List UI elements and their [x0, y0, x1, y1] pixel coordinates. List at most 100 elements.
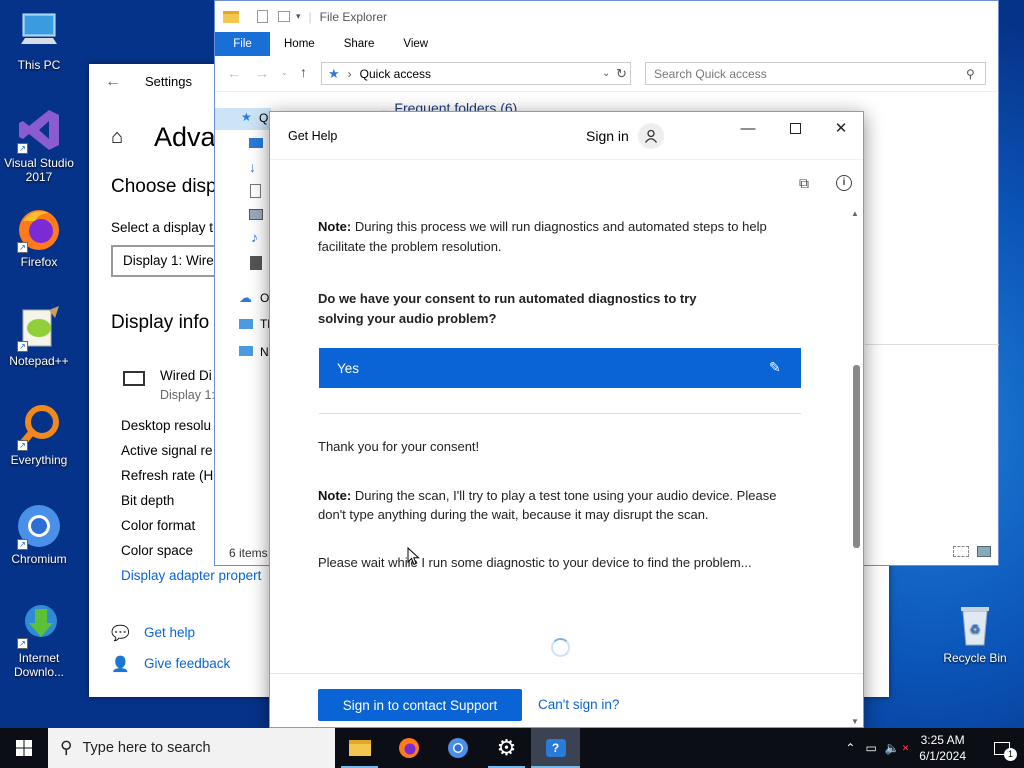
- get-help-icon: ?: [545, 739, 566, 757]
- feedback-icon: 👤: [111, 656, 130, 673]
- back-arrow-icon[interactable]: ←: [227, 65, 241, 81]
- system-tray: ⌃ ▭ 🔈 ✕ 3:25 AM 6/1/2024 1: [845, 728, 1024, 768]
- music-icon[interactable]: ♪: [251, 229, 258, 245]
- cant-sign-in-link[interactable]: Can't sign in?: [538, 697, 619, 712]
- downloads-icon[interactable]: ↓: [249, 159, 256, 175]
- volume-muted-icon[interactable]: 🔈: [885, 741, 900, 755]
- details-view-icon[interactable]: [953, 546, 969, 557]
- taskbar-search-box[interactable]: ⚲ Type here to search: [48, 728, 335, 768]
- explorer-search-input[interactable]: Search Quick access ⚲: [645, 62, 986, 85]
- desktop-folder-icon[interactable]: [249, 138, 263, 148]
- desktop-icon-everything[interactable]: ↗ Everything: [0, 403, 78, 467]
- firefox-icon: ↗: [15, 205, 63, 253]
- documents-icon[interactable]: [250, 184, 261, 198]
- give-feedback-link[interactable]: Give feedback: [144, 656, 230, 671]
- gear-icon: ⚙: [496, 735, 517, 760]
- forward-arrow-icon[interactable]: →: [255, 65, 269, 81]
- notification-badge: 1: [1004, 748, 1017, 761]
- info-row: Color format: [121, 518, 196, 533]
- back-arrow-icon[interactable]: ←: [105, 73, 121, 91]
- chevron-up-icon[interactable]: ⌃: [845, 741, 855, 755]
- nav-label[interactable]: N: [260, 345, 269, 359]
- everything-icon: ↗: [15, 403, 63, 451]
- note-label: Note:: [318, 487, 352, 503]
- windows-logo-icon: [16, 740, 32, 756]
- chromium-icon: ↗: [15, 502, 63, 550]
- nav-pane: Q ★ ↓ ♪ ☁ O Th N: [215, 104, 274, 544]
- sign-in-link[interactable]: Sign in: [586, 128, 629, 144]
- pictures-icon[interactable]: [249, 209, 263, 220]
- get-help-footer: Sign in to contact Support Can't sign in…: [270, 673, 863, 727]
- nav-label[interactable]: O: [260, 291, 269, 305]
- address-dropdown-icon[interactable]: ⌄: [602, 68, 610, 79]
- sign-in-contact-support-button[interactable]: Sign in to contact Support: [318, 689, 522, 721]
- recent-dropdown-icon[interactable]: ⌄: [281, 68, 288, 77]
- qat-newfolder-icon[interactable]: [278, 11, 290, 22]
- scrollbar[interactable]: ▲ ▼: [850, 209, 862, 727]
- display-select-value: Display 1: Wire: [123, 253, 214, 268]
- display-select[interactable]: Display 1: Wire: [111, 245, 231, 277]
- desktop-icon-this-pc[interactable]: This PC: [0, 8, 78, 72]
- explorer-titlebar: ▾ | File Explorer — ✕: [215, 1, 998, 32]
- videos-icon[interactable]: [250, 256, 262, 270]
- display-adapter-link[interactable]: Display adapter propert: [121, 568, 261, 583]
- desktop-icon-visual-studio[interactable]: ↗ Visual Studio 2017: [0, 106, 78, 184]
- thanks-message: Thank you for your consent!: [318, 439, 480, 454]
- taskbar-settings[interactable]: ⚙: [482, 728, 531, 768]
- refresh-icon[interactable]: ↻: [616, 66, 627, 82]
- avatar-icon[interactable]: [638, 123, 664, 149]
- close-button[interactable]: ✕: [818, 112, 863, 144]
- taskbar-chromium[interactable]: [433, 728, 482, 768]
- scroll-up-icon[interactable]: ▲: [851, 209, 859, 218]
- consent-question: Do we have your consent to run automated…: [318, 291, 697, 326]
- explorer-title: File Explorer: [319, 9, 388, 24]
- select-display-label: Select a display t: [111, 220, 214, 235]
- info-row: Active signal re: [121, 443, 213, 458]
- this-pc-icon: [15, 8, 63, 56]
- this-pc-nav-icon[interactable]: [239, 319, 253, 329]
- search-placeholder: Search Quick access: [654, 66, 767, 81]
- qat-properties-icon[interactable]: [257, 10, 268, 23]
- explorer-address-row: ← → ⌄ ↑ ★ › Quick access ⌄ ↻ Search Quic…: [215, 56, 998, 92]
- desktop-icon-recycle-bin[interactable]: ♻ Recycle Bin: [936, 601, 1014, 665]
- desktop-icon-notepadpp[interactable]: ↗ Notepad++: [0, 304, 78, 368]
- taskbar-firefox[interactable]: [384, 728, 433, 768]
- network-icon[interactable]: [239, 346, 253, 356]
- start-button[interactable]: [0, 728, 48, 768]
- clock[interactable]: 3:25 AM 6/1/2024: [919, 732, 966, 764]
- clock-time: 3:25 AM: [920, 733, 965, 747]
- desktop-icon-label: This PC: [17, 58, 61, 72]
- note-text: During this process we will run diagnost…: [318, 219, 767, 254]
- info-icon[interactable]: i: [836, 175, 852, 191]
- tab-view[interactable]: View: [403, 38, 428, 50]
- minimize-button[interactable]: —: [725, 112, 771, 144]
- qat-dropdown-icon[interactable]: ▾: [296, 11, 301, 22]
- explorer-ribbon: File Home Share View ⌄ ?: [215, 32, 998, 56]
- notification-center-icon[interactable]: 1: [980, 728, 1024, 768]
- tab-share[interactable]: Share: [344, 38, 375, 50]
- taskbar-file-explorer[interactable]: [335, 728, 384, 768]
- desktop-icon-firefox[interactable]: ↗ Firefox: [0, 205, 78, 269]
- note-message: Note: During the scan, I'll try to play …: [318, 486, 802, 525]
- yes-answer[interactable]: Yes ✎: [319, 348, 801, 388]
- network-icon[interactable]: ▭: [865, 741, 876, 755]
- notepadpp-icon: ↗: [15, 304, 63, 352]
- edit-pencil-icon[interactable]: ✎: [769, 359, 781, 376]
- taskbar-get-help[interactable]: ?: [531, 728, 580, 768]
- desktop-icon-chromium[interactable]: ↗ Chromium: [0, 502, 78, 566]
- address-bar[interactable]: ★ › Quick access ⌄ ↻: [321, 62, 631, 85]
- maximize-button[interactable]: [772, 112, 818, 144]
- onedrive-icon[interactable]: ☁: [239, 290, 252, 306]
- tab-file[interactable]: File: [215, 32, 270, 56]
- get-help-window: Get Help Sign in — ✕ ⧉ i Note: During th…: [269, 111, 864, 728]
- tab-home[interactable]: Home: [284, 38, 315, 50]
- scrollbar-thumb[interactable]: [853, 365, 860, 548]
- get-help-link[interactable]: Get help: [144, 625, 195, 640]
- home-icon[interactable]: ⌂: [111, 126, 123, 149]
- taskbar: ⚲ Type here to search ⚙ ? ⌃ ▭ 🔈 ✕ 3:25 A…: [0, 728, 1024, 768]
- tiles-view-icon[interactable]: [977, 546, 991, 557]
- desktop-icon-idm[interactable]: ↗ Internet Downlo...: [0, 601, 78, 679]
- info-row: Desktop resolu: [121, 418, 212, 433]
- up-arrow-icon[interactable]: ↑: [300, 64, 307, 80]
- share-screen-icon[interactable]: ⧉: [799, 175, 809, 192]
